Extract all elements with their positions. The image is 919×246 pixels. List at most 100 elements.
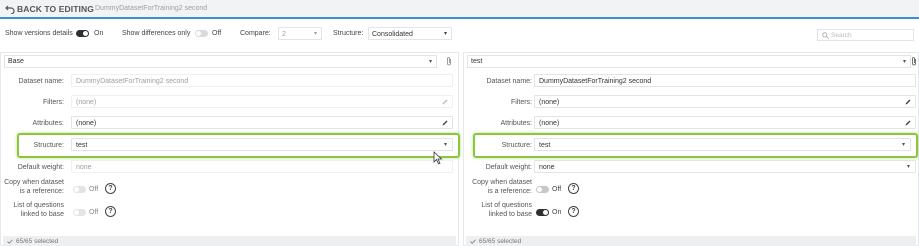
structure-select[interactable]: test ▾ [534, 138, 911, 151]
default-weight-label: Default weight: [485, 164, 532, 171]
toggle-knob [74, 210, 79, 215]
help-icon[interactable]: ? [105, 206, 116, 217]
questions-label-line-1: List of questions [13, 202, 64, 209]
attributes-value: (none) [76, 120, 97, 127]
top-bar: BACK TO EDITING DummyDatasetForTraining2… [0, 0, 919, 19]
attributes-field[interactable]: (none) [71, 116, 453, 129]
pencil-icon [442, 99, 448, 105]
questions-linked-toggle[interactable] [73, 209, 86, 216]
mouse-cursor-icon [433, 151, 443, 165]
toggle-knob [543, 210, 548, 215]
show-versions-toggle[interactable] [76, 30, 89, 37]
toolbar: Show versions details On Show difference… [0, 24, 919, 44]
questions-label-line-2: linked to base [20, 211, 64, 218]
compare-select[interactable]: 2 ▾ [278, 27, 322, 40]
copy-label-line-1: Copy when dataset [4, 179, 64, 186]
left-version-panel: Base ▾ Dataset name: DummyDatasetForTrai… [0, 52, 460, 246]
show-versions-state: On [94, 30, 104, 37]
pencil-icon[interactable] [905, 99, 911, 105]
check-icon [470, 239, 476, 244]
paperclip-icon[interactable] [446, 56, 452, 66]
search-box[interactable] [817, 29, 914, 41]
filters-value: (none) [539, 99, 560, 106]
structure-value: Consolidated [372, 31, 413, 38]
compare-label: Compare: [240, 30, 271, 37]
copy-label-line-2: is a reference: [19, 188, 64, 195]
selected-count: 65/65 selected [479, 238, 522, 245]
filters-field: (none) [71, 95, 453, 108]
copy-when-reference-label: Copy when dataset is a reference: [4, 178, 64, 196]
selected-count-bar: 65/65 selected [3, 236, 456, 246]
back-arrow-icon[interactable] [5, 4, 15, 14]
toggle-knob [83, 31, 88, 36]
dataset-name-value: DummyDatasetForTraining2 second [76, 78, 189, 85]
filters-field[interactable]: (none) [534, 95, 916, 108]
attributes-label: Attributes: [32, 120, 64, 127]
structure-label: Structure: [501, 142, 532, 149]
dataset-name-value: DummyDatasetForTraining2 second [539, 78, 652, 85]
chevron-down-icon: ▾ [902, 59, 906, 65]
copy-label-line-2: is a reference: [487, 188, 532, 195]
dataset-title: DummyDatasetForTraining2 second [95, 5, 208, 12]
help-icon[interactable]: ? [105, 183, 116, 194]
chevron-down-icon: ▾ [443, 142, 447, 148]
dataset-name-field[interactable]: DummyDatasetForTraining2 second [534, 74, 916, 87]
questions-state: On [552, 209, 562, 216]
chevron-down-icon: ▾ [906, 164, 910, 170]
structure-select[interactable]: test ▾ [71, 138, 453, 151]
chevron-down-icon: ▾ [428, 59, 432, 65]
chevron-down-icon: ▾ [313, 31, 317, 37]
copy-state: Off [89, 186, 99, 193]
dataset-name-field: DummyDatasetForTraining2 second [71, 74, 453, 87]
selected-count: 65/65 selected [16, 238, 59, 245]
questions-state: Off [89, 209, 99, 216]
toggle-knob [537, 187, 542, 192]
questions-linked-toggle[interactable] [536, 209, 549, 216]
right-version-value: test [471, 58, 483, 65]
questions-linked-label: List of questions linked to base [13, 201, 64, 219]
chevron-down-icon: ▾ [443, 31, 447, 37]
check-icon [7, 239, 13, 244]
chevron-down-icon: ▾ [901, 142, 905, 148]
copy-when-reference-label: Copy when dataset is a reference: [472, 178, 532, 196]
show-differences-label: Show differences only [122, 30, 191, 37]
structure-value: test [76, 142, 88, 149]
compare-value: 2 [282, 31, 286, 38]
structure-label: Structure: [333, 30, 364, 37]
default-weight-value: none [76, 164, 92, 171]
filters-label: Filters: [511, 99, 532, 106]
copy-when-reference-toggle[interactable] [536, 186, 549, 193]
right-version-panel: test ▾ Dataset name: DummyDatasetForTrai… [463, 52, 919, 246]
left-version-value: Base [8, 58, 24, 65]
copy-when-reference-toggle[interactable] [73, 186, 86, 193]
attributes-value: (none) [539, 120, 560, 127]
attributes-field[interactable]: (none) [534, 116, 916, 129]
dataset-name-label: Dataset name: [486, 78, 532, 85]
help-icon[interactable]: ? [568, 206, 579, 217]
filters-value: (none) [76, 99, 97, 106]
left-version-select[interactable]: Base ▾ [4, 55, 437, 68]
help-icon[interactable]: ? [568, 183, 579, 194]
show-differences-toggle[interactable] [195, 30, 208, 37]
search-icon [822, 32, 829, 39]
show-differences-state: Off [212, 30, 222, 37]
copy-state: Off [552, 186, 562, 193]
pencil-icon[interactable] [905, 120, 911, 126]
right-version-select[interactable]: test ▾ [467, 55, 911, 68]
filters-label: Filters: [43, 99, 64, 106]
search-input[interactable] [831, 31, 911, 40]
dataset-name-label: Dataset name: [18, 78, 64, 85]
structure-value: test [539, 142, 551, 149]
selected-count-bar: 65/65 selected [466, 236, 916, 246]
structure-label: Structure: [33, 142, 64, 149]
paperclip-icon[interactable] [911, 56, 917, 66]
pencil-icon[interactable] [442, 120, 448, 126]
questions-label-line-2: linked to base [488, 211, 532, 218]
default-weight-label: Default weight: [17, 164, 64, 171]
default-weight-field: none [71, 160, 453, 173]
back-to-editing-button[interactable]: BACK TO EDITING [17, 4, 94, 14]
default-weight-select[interactable]: none ▾ [534, 160, 916, 173]
structure-select[interactable]: Consolidated ▾ [368, 27, 452, 40]
copy-label-line-1: Copy when dataset [472, 179, 532, 186]
toggle-knob [196, 31, 201, 36]
